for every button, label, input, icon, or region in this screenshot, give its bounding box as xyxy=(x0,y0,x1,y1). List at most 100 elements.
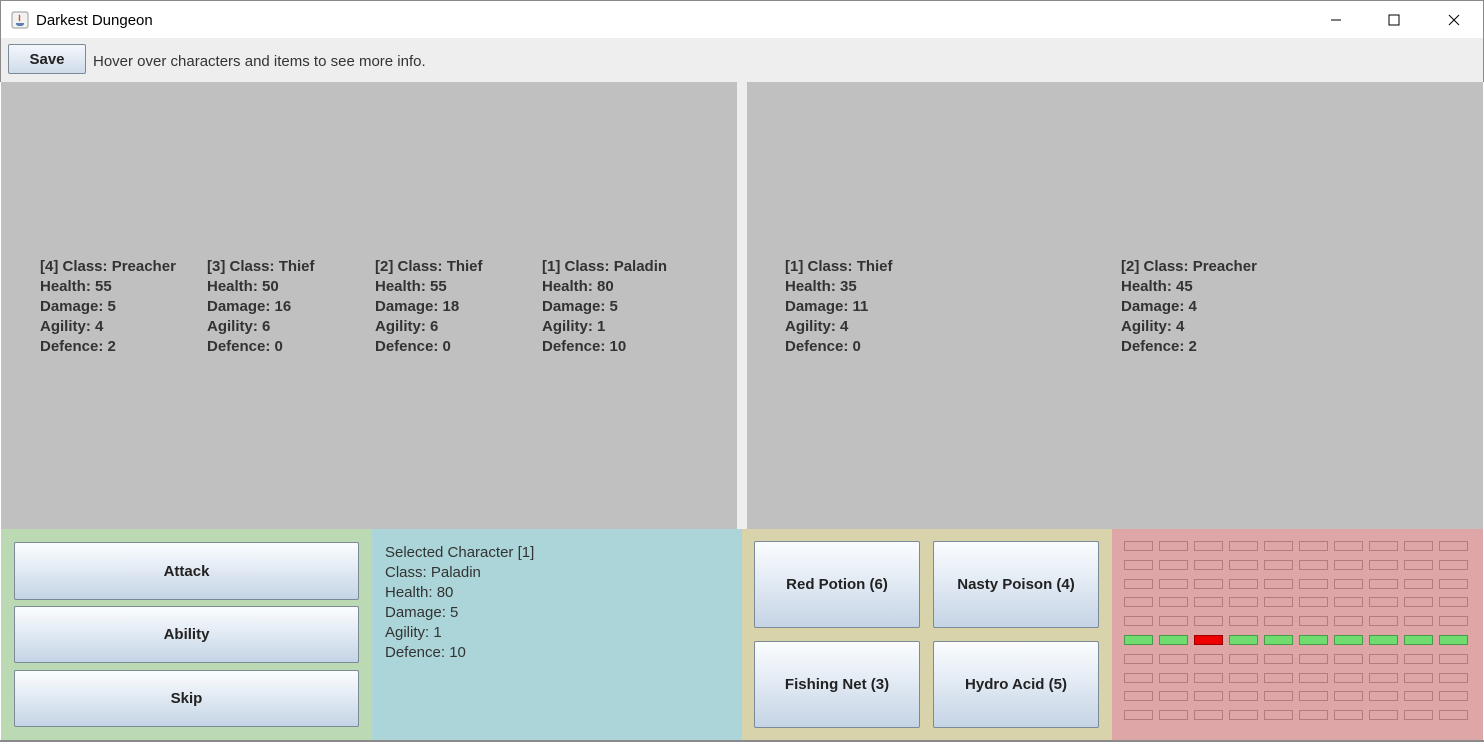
map-cell xyxy=(1159,560,1188,570)
map-cell xyxy=(1194,560,1223,570)
map-cell xyxy=(1404,616,1433,626)
map-cell xyxy=(1194,541,1223,551)
selected-character-damage: Damage: 5 xyxy=(385,604,459,621)
map-cell xyxy=(1369,579,1398,589)
map-cell xyxy=(1159,616,1188,626)
map-cell xyxy=(1124,710,1153,720)
map-cell xyxy=(1404,691,1433,701)
party-character-3[interactable]: [3] Class: Thief Health: 50 Damage: 16 A… xyxy=(207,257,315,357)
map-cell xyxy=(1404,654,1433,664)
hydro-acid-button[interactable]: Hydro Acid (5) xyxy=(933,641,1099,728)
ability-button[interactable]: Ability xyxy=(14,606,359,663)
map-cell xyxy=(1264,691,1293,701)
character-defence: Defence: 2 xyxy=(1121,338,1197,355)
character-health: Health: 45 xyxy=(1121,278,1193,295)
map-cell xyxy=(1229,654,1258,664)
red-potion-button[interactable]: Red Potion (6) xyxy=(754,541,920,628)
character-defence: Defence: 0 xyxy=(207,338,283,355)
character-class: [3] Class: Thief xyxy=(207,258,315,275)
items-panel: Red Potion (6) Nasty Poison (4) Fishing … xyxy=(742,529,1112,740)
selected-character-defence: Defence: 10 xyxy=(385,644,466,661)
map-cell xyxy=(1264,710,1293,720)
enemy-character-1[interactable]: [1] Class: Thief Health: 35 Damage: 11 A… xyxy=(785,257,893,357)
map-cell xyxy=(1299,597,1328,607)
map-cell-current xyxy=(1194,635,1223,645)
character-class: [2] Class: Thief xyxy=(375,258,483,275)
map-cell xyxy=(1439,541,1468,551)
minimize-button[interactable] xyxy=(1307,1,1365,39)
character-damage: Damage: 16 xyxy=(207,298,292,315)
map-cell xyxy=(1404,673,1433,683)
character-health: Health: 35 xyxy=(785,278,857,295)
map-cell xyxy=(1334,616,1363,626)
character-agility: Agility: 1 xyxy=(542,318,606,335)
nasty-poison-button[interactable]: Nasty Poison (4) xyxy=(933,541,1099,628)
enemy-character-2[interactable]: [2] Class: Preacher Health: 45 Damage: 4… xyxy=(1121,257,1257,357)
battle-divider xyxy=(737,82,747,529)
save-button[interactable]: Save xyxy=(8,44,86,74)
map-cell xyxy=(1229,560,1258,570)
map-cell xyxy=(1299,560,1328,570)
map-cell xyxy=(1159,654,1188,664)
map-cell xyxy=(1124,560,1153,570)
map-cell xyxy=(1439,579,1468,589)
map-cell xyxy=(1334,654,1363,664)
skip-button[interactable]: Skip xyxy=(14,670,359,727)
map-cell xyxy=(1229,597,1258,607)
map-cell xyxy=(1369,673,1398,683)
close-button[interactable] xyxy=(1425,1,1483,39)
map-cell xyxy=(1334,710,1363,720)
map-cell xyxy=(1159,597,1188,607)
selected-character-title: Selected Character [1] xyxy=(385,544,535,561)
party-character-2[interactable]: [2] Class: Thief Health: 55 Damage: 18 A… xyxy=(375,257,483,357)
map-cell xyxy=(1404,541,1433,551)
map-cell xyxy=(1124,691,1153,701)
hint-text: Hover over characters and items to see m… xyxy=(93,53,426,70)
fishing-net-button[interactable]: Fishing Net (3) xyxy=(754,641,920,728)
map-cell-path xyxy=(1334,635,1363,645)
map-cell xyxy=(1264,541,1293,551)
map-cell xyxy=(1229,710,1258,720)
character-class: [4] Class: Preacher xyxy=(40,258,176,275)
map-cell xyxy=(1299,691,1328,701)
map-cell xyxy=(1194,654,1223,664)
map-cell-path xyxy=(1159,635,1188,645)
selected-character-panel: Selected Character [1] Class: Paladin He… xyxy=(372,529,742,740)
map-cell xyxy=(1124,654,1153,664)
map-cell xyxy=(1159,710,1188,720)
map-cell xyxy=(1439,560,1468,570)
character-class: [2] Class: Preacher xyxy=(1121,258,1257,275)
map-cell xyxy=(1404,560,1433,570)
map-cell xyxy=(1124,616,1153,626)
map-cell xyxy=(1264,579,1293,589)
attack-button[interactable]: Attack xyxy=(14,542,359,600)
map-cell-path xyxy=(1299,635,1328,645)
map-cell xyxy=(1229,691,1258,701)
dungeon-map-grid xyxy=(1112,529,1483,740)
map-cell xyxy=(1334,560,1363,570)
map-cell xyxy=(1369,541,1398,551)
map-cell xyxy=(1369,616,1398,626)
character-defence: Defence: 10 xyxy=(542,338,627,355)
map-cell xyxy=(1159,673,1188,683)
map-cell-path xyxy=(1124,635,1153,645)
character-class: [1] Class: Thief xyxy=(785,258,893,275)
enemy-panel: [1] Class: Thief Health: 35 Damage: 11 A… xyxy=(747,82,1483,529)
character-agility: Agility: 4 xyxy=(1121,318,1185,335)
map-cell xyxy=(1124,541,1153,551)
map-cell xyxy=(1334,541,1363,551)
map-cell xyxy=(1439,654,1468,664)
window-title: Darkest Dungeon xyxy=(36,12,153,29)
map-cell xyxy=(1299,579,1328,589)
maximize-button[interactable] xyxy=(1365,1,1423,39)
map-cell xyxy=(1299,616,1328,626)
party-character-4[interactable]: [4] Class: Preacher Health: 55 Damage: 5… xyxy=(40,257,176,357)
title-bar: Darkest Dungeon xyxy=(0,0,1484,38)
character-damage: Damage: 11 xyxy=(785,298,869,315)
map-cell xyxy=(1369,597,1398,607)
map-cell xyxy=(1124,597,1153,607)
map-cell xyxy=(1439,673,1468,683)
map-cell xyxy=(1439,691,1468,701)
party-character-1[interactable]: [1] Class: Paladin Health: 80 Damage: 5 … xyxy=(542,257,667,357)
map-cell xyxy=(1194,597,1223,607)
